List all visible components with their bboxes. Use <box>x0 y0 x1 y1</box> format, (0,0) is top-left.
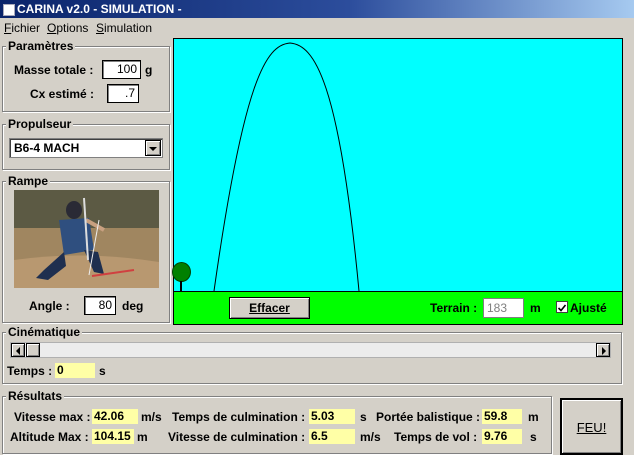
propulseur-selected: B6-4 MACH <box>14 141 80 155</box>
vol-label: Temps de vol : <box>394 430 478 444</box>
menu-bar: Fichier Options Simulation <box>0 18 634 38</box>
temps-label: Temps : <box>7 364 53 378</box>
effacer-button[interactable]: Effacer <box>229 297 310 319</box>
chevron-down-icon <box>149 147 157 151</box>
masse-unit: g <box>145 63 153 77</box>
portee-value: 59.8 <box>482 409 522 424</box>
terrain-label: Terrain : <box>430 301 478 315</box>
menu-options-label: ptions <box>56 21 89 35</box>
t-culm-unit: s <box>360 410 367 424</box>
effacer-label: Effacer <box>249 301 290 315</box>
trajectory-curve <box>213 42 360 291</box>
app-icon <box>3 4 15 16</box>
altitude-label: Altitude Max : <box>10 430 89 444</box>
title-bar: CARINA v2.0 - SIMULATION - <box>0 0 634 18</box>
angle-label: Angle : <box>29 299 70 313</box>
arrow-left-icon <box>16 347 20 355</box>
altitude-value: 104.15 <box>92 429 134 444</box>
cx-input[interactable]: .7 <box>107 84 139 103</box>
ajuste-label: Ajusté <box>570 301 607 315</box>
trajectory-plot <box>213 42 360 291</box>
t-culm-label: Temps de culmination : <box>172 410 306 424</box>
feu-label: FEU! <box>576 420 607 435</box>
scroll-left-button[interactable] <box>11 343 25 357</box>
temps-unit: s <box>99 364 106 378</box>
vitesse-max-value: 42.06 <box>92 409 138 424</box>
parametres-legend: Paramètres <box>6 39 76 53</box>
simulation-sky <box>173 38 623 292</box>
menu-options[interactable]: Options <box>47 18 88 38</box>
rocket-launch-photo <box>14 190 159 288</box>
photo-drawing <box>14 190 159 288</box>
parametres-group <box>2 46 170 112</box>
resultats-legend: Résultats <box>6 389 65 403</box>
ajuste-checkbox[interactable] <box>556 301 568 313</box>
portee-unit: m <box>528 410 539 424</box>
arrow-right-icon <box>602 347 606 355</box>
scroll-thumb[interactable] <box>26 343 40 357</box>
tree-icon <box>172 262 191 292</box>
v-culm-unit: m/s <box>360 430 381 444</box>
vitesse-max-unit: m/s <box>141 410 162 424</box>
menu-simulation[interactable]: Simulation <box>96 18 152 38</box>
dropdown-button[interactable] <box>145 140 161 156</box>
masse-input[interactable]: 100 <box>102 60 141 79</box>
rampe-legend: Rampe <box>6 174 51 188</box>
propulseur-legend: Propulseur <box>6 117 74 131</box>
time-scrollbar[interactable] <box>10 342 611 358</box>
menu-fichier[interactable]: Fichier <box>4 18 40 38</box>
vol-unit: s <box>530 430 537 444</box>
cinematique-legend: Cinématique <box>6 325 83 339</box>
vol-value: 9.76 <box>482 429 522 444</box>
altitude-unit: m <box>137 430 148 444</box>
feu-button[interactable]: FEU! <box>560 398 623 455</box>
window-title: CARINA v2.0 - SIMULATION - <box>17 2 182 16</box>
scroll-right-button[interactable] <box>596 343 610 357</box>
angle-input[interactable]: 80 <box>84 296 116 315</box>
terrain-unit: m <box>530 301 541 315</box>
v-culm-value: 6.5 <box>309 429 355 444</box>
menu-simulation-label: imulation <box>104 21 153 35</box>
menu-fichier-label: ichier <box>11 21 41 35</box>
resultats-group <box>2 396 552 454</box>
v-culm-label: Vitesse de culmination : <box>168 430 306 444</box>
vitesse-max-label: Vitesse max : <box>14 410 91 424</box>
temps-value: 0 <box>55 363 95 378</box>
t-culm-value: 5.03 <box>309 409 355 424</box>
checkmark-icon <box>557 304 567 312</box>
masse-label: Masse totale : <box>14 63 94 77</box>
propulseur-select[interactable]: B6-4 MACH <box>9 138 163 158</box>
portee-label: Portée balistique : <box>376 410 481 424</box>
cinematique-group <box>2 332 622 384</box>
cx-label: Cx estimé : <box>30 87 95 101</box>
terrain-input[interactable]: 183 <box>483 298 524 318</box>
angle-unit: deg <box>122 299 144 313</box>
